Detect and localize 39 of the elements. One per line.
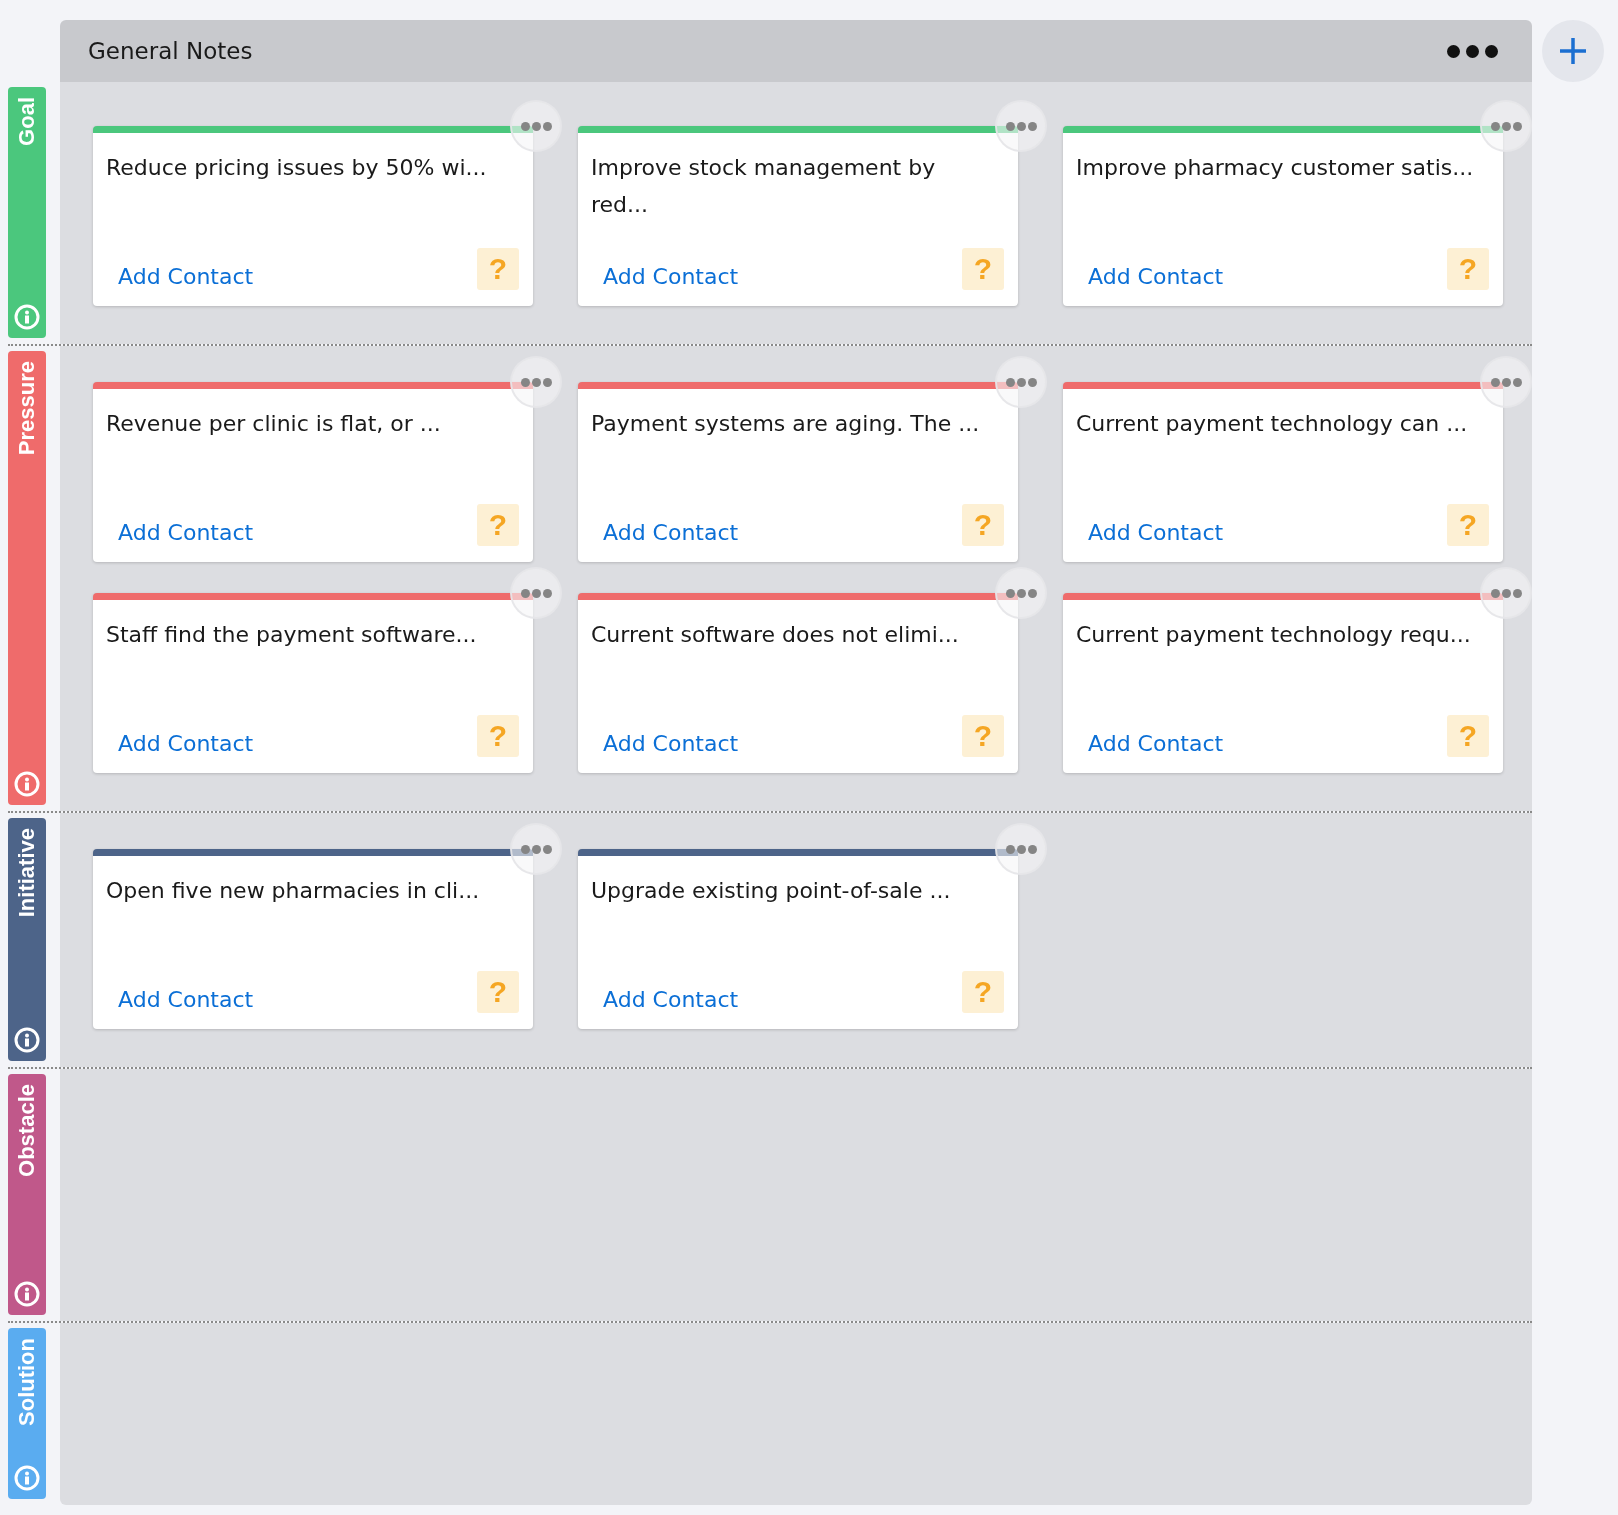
card-title: Open five new pharmacies in cli... bbox=[106, 877, 481, 905]
add-contact-link[interactable]: Add Contact bbox=[603, 263, 739, 289]
note-card[interactable]: Staff find the payment software... Add Contact ? bbox=[93, 593, 533, 773]
add-contact-link[interactable]: Add Contact bbox=[1088, 263, 1224, 289]
card-title: Reduce pricing issues by 50% wi... bbox=[106, 154, 488, 182]
card-title: Revenue per clinic is flat, or ... bbox=[106, 410, 442, 438]
note-card[interactable]: Upgrade existing point-of-sale ... Add Contact ? bbox=[578, 849, 1018, 1029]
lane-title: Pressure bbox=[14, 361, 40, 456]
note-card[interactable]: Improve pharmacy customer satis... Add Contact ? bbox=[1063, 126, 1503, 306]
add-contact-link[interactable]: Add Contact bbox=[603, 986, 739, 1012]
add-contact-link[interactable]: Add Contact bbox=[118, 519, 254, 545]
add-contact-link[interactable]: Add Contact bbox=[118, 986, 254, 1012]
lane-title: Initiative bbox=[14, 828, 40, 918]
card-title: Current software does not elimi... bbox=[591, 621, 960, 649]
note-card[interactable]: Improve stock management by red... Add Contact ? bbox=[578, 126, 1018, 306]
add-contact-link[interactable]: Add Contact bbox=[603, 519, 739, 545]
note-card[interactable]: Current payment technology requ... Add Contact ? bbox=[1063, 593, 1503, 773]
card-title: Current payment technology requ... bbox=[1076, 621, 1472, 649]
card-title: Staff find the payment software... bbox=[106, 621, 478, 649]
note-card[interactable]: Payment systems are aging. The ... Add Contact ? bbox=[578, 382, 1018, 562]
note-card[interactable]: Current payment technology can ... Add Contact ? bbox=[1063, 382, 1503, 562]
add-contact-link[interactable]: Add Contact bbox=[1088, 730, 1224, 756]
add-contact-link[interactable]: Add Contact bbox=[118, 730, 254, 756]
card-title: Improve stock management by red... bbox=[591, 154, 937, 219]
add-contact-link[interactable]: Add Contact bbox=[1088, 519, 1224, 545]
note-card[interactable]: Revenue per clinic is flat, or ... Add Contact ? bbox=[93, 382, 533, 562]
card-title: Payment systems are aging. The ... bbox=[591, 410, 981, 438]
add-contact-link[interactable]: Add Contact bbox=[603, 730, 739, 756]
card-title: Current payment technology can ... bbox=[1076, 410, 1469, 438]
lane-title: Obstacle bbox=[14, 1084, 40, 1177]
board-title: General Notes bbox=[88, 38, 253, 64]
card-title: Improve pharmacy customer satis... bbox=[1076, 154, 1475, 182]
note-card[interactable]: Current software does not elimi... Add Contact ? bbox=[578, 593, 1018, 773]
add-contact-link[interactable]: Add Contact bbox=[118, 263, 254, 289]
card-title: Upgrade existing point-of-sale ... bbox=[591, 877, 952, 905]
note-card[interactable]: Reduce pricing issues by 50% wi... Add Contact ? bbox=[93, 126, 533, 306]
lane-title: Goal bbox=[14, 97, 40, 146]
lane-title: Solution bbox=[14, 1338, 40, 1426]
note-card[interactable]: Open five new pharmacies in cli... Add Contact ? bbox=[93, 849, 533, 1029]
